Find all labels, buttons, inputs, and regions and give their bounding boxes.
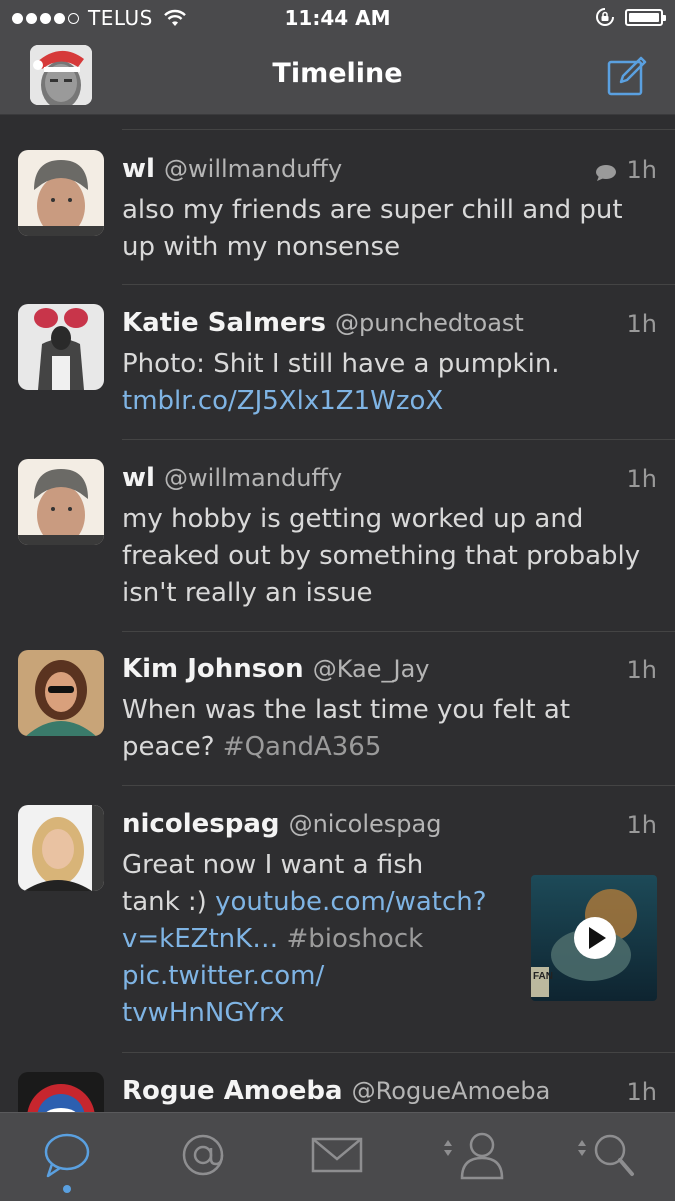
tweet-header: Kim Johnson @Kae_Jay 1h — [122, 654, 657, 688]
avatar[interactable] — [18, 304, 104, 390]
tweet-header: Katie Salmers @punchedtoast 1h — [122, 308, 657, 342]
thumbnail-label: FAN — [533, 971, 553, 982]
divider — [122, 284, 675, 285]
hashtag[interactable]: #bioshock — [286, 924, 423, 954]
tweet-link[interactable]: tmblr.co/ZJ5Xlx1Z1WzoX — [122, 386, 443, 416]
status-time: 11:44 AM — [284, 6, 391, 30]
person-icon — [444, 1132, 504, 1180]
status-right — [595, 7, 666, 27]
divider — [122, 785, 675, 786]
tweet-text: my hobby is getting worked up and freake… — [122, 504, 641, 608]
tweet-header: wl @willmanduffy 1h — [122, 154, 657, 188]
tweet-time: 1h — [626, 310, 657, 338]
author-name[interactable]: Kim Johnson — [122, 654, 304, 684]
envelope-icon — [311, 1137, 363, 1173]
divider — [122, 439, 675, 440]
hashtag[interactable]: #QandA365 — [223, 732, 382, 762]
status-bar: TELUS 11:44 AM — [0, 0, 675, 36]
rotation-lock-icon — [596, 8, 614, 26]
author-name[interactable]: wl — [122, 463, 155, 493]
tweet-text-content: Great now I want a fish — [122, 850, 424, 880]
avatar[interactable] — [18, 150, 104, 236]
tweet-header: wl @willmanduffy 1h — [122, 463, 657, 497]
conversation-icon — [596, 165, 616, 181]
tweet-text-content: tank :) — [122, 887, 207, 917]
avatar[interactable] — [18, 650, 104, 736]
tweet-time: 1h — [626, 1078, 657, 1106]
avatar[interactable] — [18, 1072, 104, 1112]
author-name[interactable]: Katie Salmers — [122, 308, 326, 338]
tweet-text-content: Photo: Shit I still have a pumpkin. — [122, 349, 560, 379]
tweet-text: also my friends are super chill and put … — [122, 195, 623, 262]
author-handle[interactable]: @willmanduffy — [164, 464, 342, 492]
tab-mentions[interactable] — [158, 1125, 248, 1185]
media-thumbnail[interactable]: FAN — [531, 875, 657, 1001]
timeline-list[interactable]: wl @willmanduffy 1h also my friends are … — [0, 115, 675, 1112]
nav-bar: Timeline — [0, 36, 675, 115]
divider — [122, 631, 675, 632]
tweet-link[interactable]: v=kEZtnK… — [122, 924, 278, 954]
tab-messages[interactable] — [292, 1125, 382, 1185]
author-handle[interactable]: @RogueAmoeba — [352, 1077, 551, 1105]
avatar[interactable] — [18, 805, 104, 891]
tab-timeline[interactable] — [22, 1125, 112, 1185]
author-handle[interactable]: @willmanduffy — [164, 155, 342, 183]
tweet-link[interactable]: tvwHnNGYrx — [122, 998, 284, 1028]
magnifier-icon — [578, 1134, 634, 1176]
speech-bubble-icon — [44, 1133, 90, 1178]
tweet-header: nicolespag @nicolespag 1h — [122, 809, 657, 843]
battery-icon — [625, 8, 666, 26]
divider — [122, 1052, 675, 1053]
author-handle[interactable]: @Kae_Jay — [313, 655, 430, 683]
divider — [122, 129, 675, 130]
tweet-text: When was the last time you felt at peace… — [122, 692, 657, 766]
at-sign-icon — [182, 1134, 224, 1176]
author-handle[interactable]: @punchedtoast — [335, 309, 524, 337]
tweet-header: Rogue Amoeba @RogueAmoeba 1h — [122, 1076, 657, 1110]
author-name[interactable]: Rogue Amoeba — [122, 1076, 343, 1106]
tweet-time: 1h — [626, 811, 657, 839]
avatar[interactable] — [18, 459, 104, 545]
tweet-time: 1h — [626, 465, 657, 493]
compose-icon[interactable] — [607, 56, 647, 96]
tweet-text: Photo: Shit I still have a pumpkin. tmbl… — [122, 346, 657, 420]
tweet-link[interactable]: youtube.com/watch? — [215, 887, 486, 917]
tab-profile[interactable] — [428, 1125, 518, 1185]
tweet-link[interactable]: pic.twitter.com/ — [122, 961, 324, 991]
tweet-time: 1h — [626, 156, 657, 184]
tweet-time: 1h — [626, 656, 657, 684]
active-tab-indicator — [63, 1185, 71, 1193]
author-name[interactable]: wl — [122, 154, 155, 184]
author-handle[interactable]: @nicolespag — [289, 810, 442, 838]
tweet-text: Great now I want a fish tank :) youtube.… — [122, 847, 515, 1032]
author-name[interactable]: nicolespag — [122, 809, 280, 839]
tab-bar — [0, 1112, 675, 1201]
tab-search[interactable] — [562, 1125, 652, 1185]
page-title: Timeline — [272, 58, 403, 89]
